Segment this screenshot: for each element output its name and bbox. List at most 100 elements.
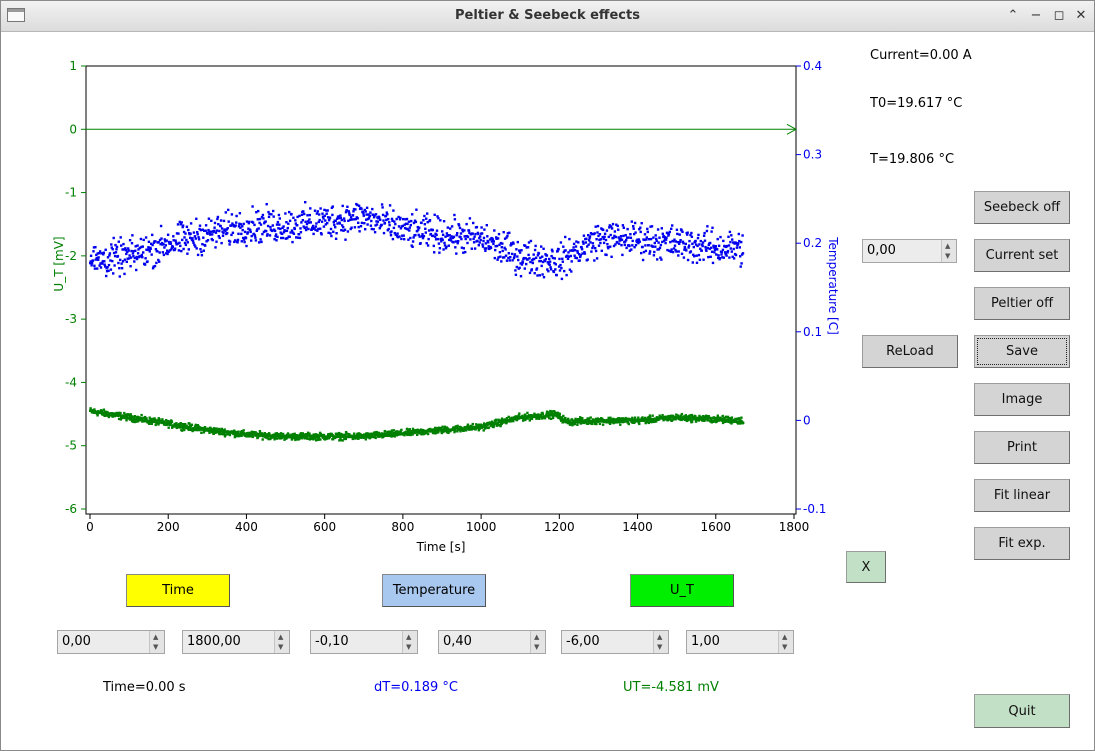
data-point bbox=[691, 242, 694, 245]
data-point bbox=[510, 252, 514, 256]
x-button[interactable]: X bbox=[846, 551, 886, 583]
fit-exp-button[interactable]: Fit exp. bbox=[974, 527, 1070, 560]
data-point bbox=[144, 236, 148, 239]
data-point bbox=[400, 428, 403, 432]
data-point bbox=[541, 413, 545, 416]
peltier-button[interactable]: Peltier off bbox=[974, 287, 1070, 320]
data-point bbox=[552, 270, 556, 274]
data-point bbox=[610, 227, 614, 230]
time-max-input[interactable]: 1800,00 ▲ ▼ bbox=[182, 630, 290, 654]
data-point bbox=[308, 218, 311, 221]
data-point bbox=[706, 225, 709, 228]
data-point bbox=[279, 227, 282, 231]
data-point bbox=[159, 224, 163, 228]
data-point bbox=[703, 239, 707, 242]
y-left-tick-label: -3 bbox=[65, 312, 77, 326]
data-point bbox=[437, 217, 440, 220]
seebeck-button[interactable]: Seebeck off bbox=[974, 191, 1070, 224]
time-min-value: 0,00 bbox=[62, 634, 91, 649]
data-point bbox=[150, 253, 153, 256]
data-point bbox=[149, 247, 152, 250]
data-point bbox=[131, 252, 135, 255]
data-point bbox=[142, 251, 145, 254]
data-point bbox=[266, 224, 270, 228]
data-point bbox=[343, 228, 347, 231]
data-point bbox=[605, 229, 609, 232]
data-point bbox=[382, 231, 386, 235]
spin-arrows[interactable]: ▲ ▼ bbox=[530, 631, 545, 653]
data-point bbox=[306, 214, 309, 217]
data-point bbox=[277, 213, 281, 217]
close-icon[interactable]: ✕ bbox=[1072, 7, 1090, 25]
reload-button[interactable]: ReLoad bbox=[862, 335, 958, 368]
data-point bbox=[633, 246, 636, 249]
data-point bbox=[228, 240, 232, 243]
data-point bbox=[603, 232, 607, 235]
data-point bbox=[730, 234, 733, 237]
data-point bbox=[573, 249, 577, 252]
save-button[interactable]: Save bbox=[974, 335, 1070, 368]
data-point bbox=[387, 218, 390, 221]
data-point bbox=[222, 219, 226, 223]
data-point bbox=[380, 223, 383, 227]
data-point bbox=[211, 238, 214, 242]
data-point bbox=[198, 224, 202, 227]
data-point bbox=[171, 245, 174, 249]
temperature-max-input[interactable]: 0,40 ▲ ▼ bbox=[438, 630, 546, 654]
data-point bbox=[532, 253, 535, 256]
data-point bbox=[313, 209, 317, 212]
spin-arrows[interactable]: ▲ ▼ bbox=[274, 631, 289, 653]
data-point bbox=[411, 245, 414, 248]
current-input[interactable]: 0,00 ▲ ▼ bbox=[862, 239, 957, 263]
temperature-min-input[interactable]: -0,10 ▲ ▼ bbox=[310, 630, 418, 654]
spin-arrows[interactable]: ▲ ▼ bbox=[402, 631, 417, 653]
maximize-icon[interactable]: ◻ bbox=[1050, 7, 1068, 25]
data-point bbox=[254, 239, 258, 242]
quit-button[interactable]: Quit bbox=[974, 694, 1070, 728]
data-point bbox=[279, 432, 283, 435]
data-point bbox=[134, 249, 137, 252]
current-set-button[interactable]: Current set bbox=[974, 239, 1070, 272]
temperature-axis-button[interactable]: Temperature bbox=[382, 574, 486, 607]
data-point bbox=[739, 265, 742, 268]
data-point bbox=[631, 244, 634, 247]
data-point bbox=[644, 244, 647, 247]
data-point bbox=[501, 242, 504, 245]
data-point bbox=[578, 259, 581, 262]
fit-linear-button[interactable]: Fit linear bbox=[974, 479, 1070, 512]
time-axis-button[interactable]: Time bbox=[126, 574, 230, 607]
data-point bbox=[463, 229, 466, 232]
data-point bbox=[702, 258, 705, 261]
data-point bbox=[442, 220, 446, 223]
ut-max-input[interactable]: 1,00 ▲ ▼ bbox=[686, 630, 794, 654]
time-min-input[interactable]: 0,00 ▲ ▼ bbox=[57, 630, 165, 654]
data-point bbox=[551, 416, 555, 420]
data-point bbox=[628, 244, 631, 248]
spin-arrows[interactable]: ▲ ▼ bbox=[778, 631, 793, 653]
data-point bbox=[288, 210, 291, 214]
data-point bbox=[115, 245, 119, 249]
spin-arrows[interactable]: ▲ ▼ bbox=[941, 240, 956, 262]
minimize-icon[interactable]: − bbox=[1027, 7, 1045, 25]
data-point bbox=[709, 255, 712, 258]
data-point bbox=[148, 250, 151, 253]
data-point bbox=[539, 259, 542, 263]
data-point bbox=[657, 241, 660, 244]
data-point bbox=[609, 245, 612, 248]
spin-arrows[interactable]: ▲ ▼ bbox=[149, 631, 164, 653]
data-point bbox=[673, 244, 677, 247]
data-point bbox=[681, 230, 684, 233]
data-point bbox=[680, 252, 684, 255]
data-point bbox=[234, 224, 237, 227]
data-point bbox=[652, 236, 655, 239]
collapse-icon[interactable]: ⌃ bbox=[1004, 7, 1022, 25]
image-button[interactable]: Image bbox=[974, 383, 1070, 416]
ut-axis-button[interactable]: U_T bbox=[630, 574, 734, 607]
data-point bbox=[622, 234, 625, 238]
print-button[interactable]: Print bbox=[974, 431, 1070, 464]
spin-arrows[interactable]: ▲ ▼ bbox=[653, 631, 668, 653]
data-point bbox=[237, 232, 240, 235]
data-point bbox=[634, 231, 637, 234]
ut-min-input[interactable]: -6,00 ▲ ▼ bbox=[561, 630, 669, 654]
data-point bbox=[669, 250, 672, 253]
